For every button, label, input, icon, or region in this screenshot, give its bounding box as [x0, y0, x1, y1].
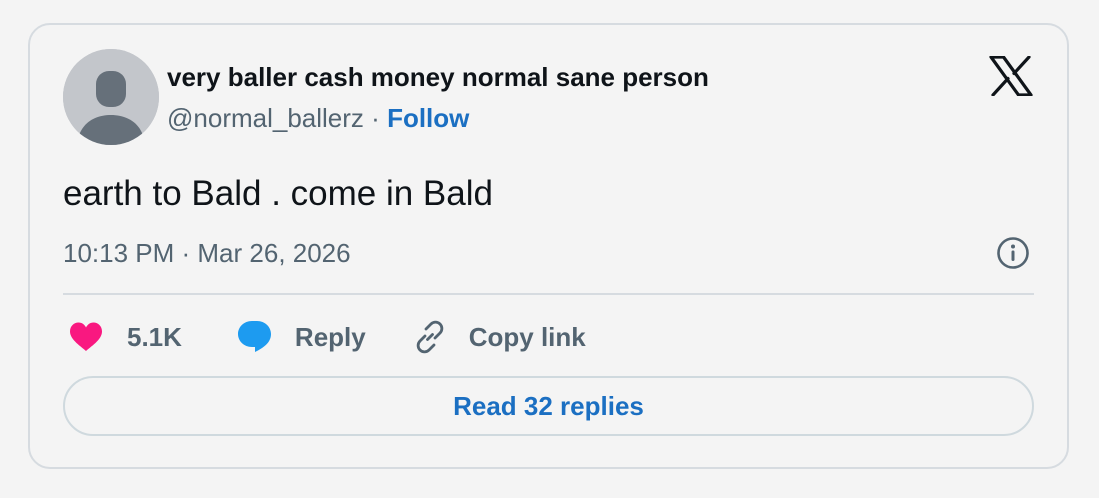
like-button[interactable]: 5.1K — [68, 321, 182, 353]
author-display-name[interactable]: very baller cash money normal sane perso… — [167, 62, 709, 93]
heart-icon — [70, 322, 102, 351]
reply-button[interactable]: Reply — [236, 319, 366, 355]
tweet-text: earth to Bald . come in Bald — [63, 174, 493, 213]
x-logo-icon[interactable] — [989, 56, 1033, 96]
read-replies-button[interactable]: Read 32 replies — [63, 376, 1034, 436]
author-handle-row: @normal_ballerz · Follow — [167, 103, 469, 134]
copy-link-button[interactable]: Copy link — [412, 319, 586, 355]
divider — [63, 293, 1034, 295]
info-icon[interactable] — [996, 236, 1030, 270]
tweet-card: very baller cash money normal sane perso… — [28, 23, 1069, 469]
reply-label: Reply — [294, 321, 366, 352]
author-handle[interactable]: @normal_ballerz — [167, 103, 364, 133]
tweet-timestamp[interactable]: 10:13 PM · Mar 26, 2026 — [63, 238, 351, 269]
speech-bubble-icon — [237, 321, 271, 352]
like-count: 5.1K — [127, 321, 182, 352]
separator-dot: · — [371, 103, 380, 133]
link-icon — [416, 320, 444, 354]
follow-button[interactable]: Follow — [387, 103, 469, 133]
action-bar: 5.1K Reply Copy link — [68, 317, 586, 357]
avatar[interactable] — [63, 49, 159, 145]
copy-link-label: Copy link — [468, 321, 586, 352]
default-avatar-icon — [63, 49, 159, 145]
